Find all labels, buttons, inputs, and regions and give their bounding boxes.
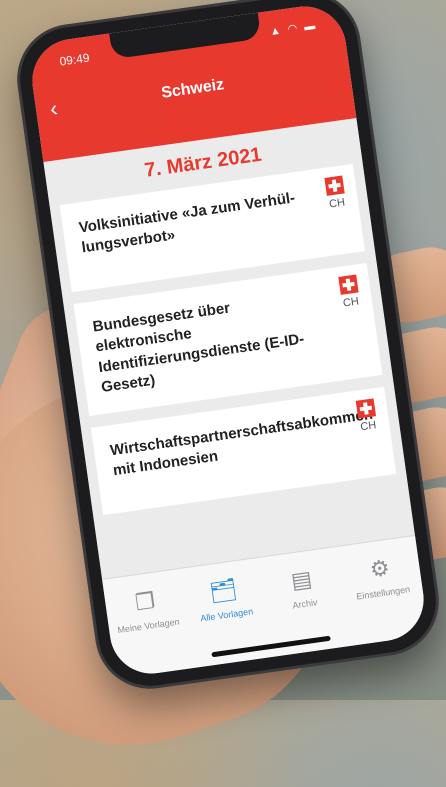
tab-meine-vorlagen[interactable]: ❐ Meine Vorlagen	[107, 583, 187, 639]
canton-code: CH	[328, 196, 346, 211]
all-documents-icon: 🗂	[207, 576, 239, 605]
status-icons: ▲ ◠ ▬	[269, 19, 318, 39]
canton-code: CH	[359, 419, 378, 434]
tab-label: Einstellungen	[355, 584, 411, 602]
tab-archiv[interactable]: ▤ Archiv	[263, 561, 343, 617]
tab-label: Alle Vorlagen	[199, 606, 254, 624]
swiss-flag-icon	[324, 175, 345, 196]
page-title: Schweiz	[160, 76, 226, 102]
swiss-flag-icon	[355, 398, 377, 419]
tab-bar: ❐ Meine Vorlagen 🗂 Alle Vorlagen ▤ Archi…	[102, 534, 429, 679]
status-time: 09:49	[58, 50, 91, 69]
tab-alle-vorlagen[interactable]: 🗂 Alle Vorlagen	[185, 572, 265, 628]
canton-badge: CH	[324, 175, 346, 211]
gear-icon: ⚙	[368, 554, 392, 583]
vote-title: Volksinitiative «Ja zum Verhül-lungsverb…	[77, 189, 297, 257]
tab-label: Meine Vorlagen	[116, 616, 181, 636]
canton-code: CH	[342, 295, 360, 310]
my-documents-icon: ❐	[133, 587, 157, 616]
canton-badge: CH	[355, 398, 378, 434]
canton-badge: CH	[338, 274, 360, 310]
tab-label: Archiv	[291, 597, 319, 611]
tab-einstellungen[interactable]: ⚙ Einstellungen	[341, 550, 421, 606]
vote-title: Bundesgesetz über elektronische Identifi…	[91, 299, 306, 396]
vote-title: Wirtschaftspartnerschaftsabkommen mit In…	[109, 405, 374, 480]
vote-list: Volksinitiative «Ja zum Verhül-lungsverb…	[50, 163, 406, 517]
home-indicator[interactable]	[211, 635, 331, 658]
swiss-flag-icon	[338, 274, 359, 295]
archive-icon: ▤	[289, 565, 314, 594]
